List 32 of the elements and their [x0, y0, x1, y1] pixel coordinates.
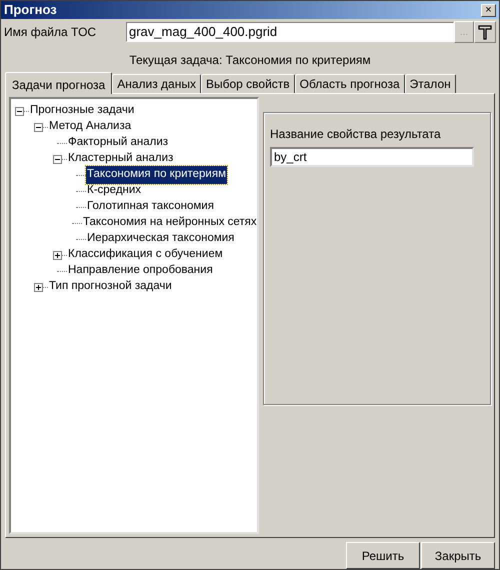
tab[interactable]: Эталон [404, 74, 456, 93]
tree-item[interactable]: Голотипная таксономия [86, 198, 215, 216]
file-label: Имя файла TOC [4, 24, 98, 41]
collapse-icon[interactable] [53, 154, 62, 164]
tree-item[interactable]: Классификация с обучением [67, 246, 224, 264]
tree-item[interactable]: Метод Анализа [48, 118, 132, 136]
result-name-field[interactable]: by_crt [270, 147, 474, 167]
tree-item[interactable]: Факторный анализ [67, 134, 170, 152]
current-task-text: Текущая задача: Таксономия по критериям [129, 52, 371, 69]
tree-item[interactable]: К-средних [86, 182, 142, 200]
close-button[interactable]: × [481, 4, 496, 16]
result-name-label: Название свойства результата [270, 126, 442, 143]
dialog-button[interactable]: Решить [346, 542, 420, 569]
collapse-icon[interactable] [15, 106, 24, 116]
hammer-icon[interactable] [474, 21, 496, 43]
tree-item[interactable]: Направление опробования [67, 262, 214, 280]
tab[interactable]: Выбор свойств [200, 74, 295, 93]
expand-icon[interactable] [53, 250, 62, 260]
tree-item[interactable]: Таксономия по критериям [86, 166, 227, 184]
tab[interactable]: Анализ даных [112, 74, 201, 93]
window-title: Прогноз [4, 1, 57, 20]
tree-item[interactable]: Кластерный анализ [67, 150, 174, 168]
tree-item[interactable]: Тип прогнозной задачи [48, 278, 173, 296]
file-field[interactable]: grav_mag_400_400.pgrid [126, 22, 454, 42]
tree-item[interactable]: Таксономия на нейронных сетях [82, 214, 257, 232]
tab[interactable]: Задачи прогноза [5, 72, 112, 94]
collapse-icon[interactable] [34, 122, 43, 132]
expand-icon[interactable] [34, 282, 43, 292]
tree-item[interactable]: Прогнозные задачи [29, 102, 136, 120]
tab[interactable]: Область прогноза [294, 74, 405, 93]
tree-item[interactable]: Иерархическая таксономия [86, 230, 236, 248]
dialog-button[interactable]: Закрыть [421, 542, 495, 569]
